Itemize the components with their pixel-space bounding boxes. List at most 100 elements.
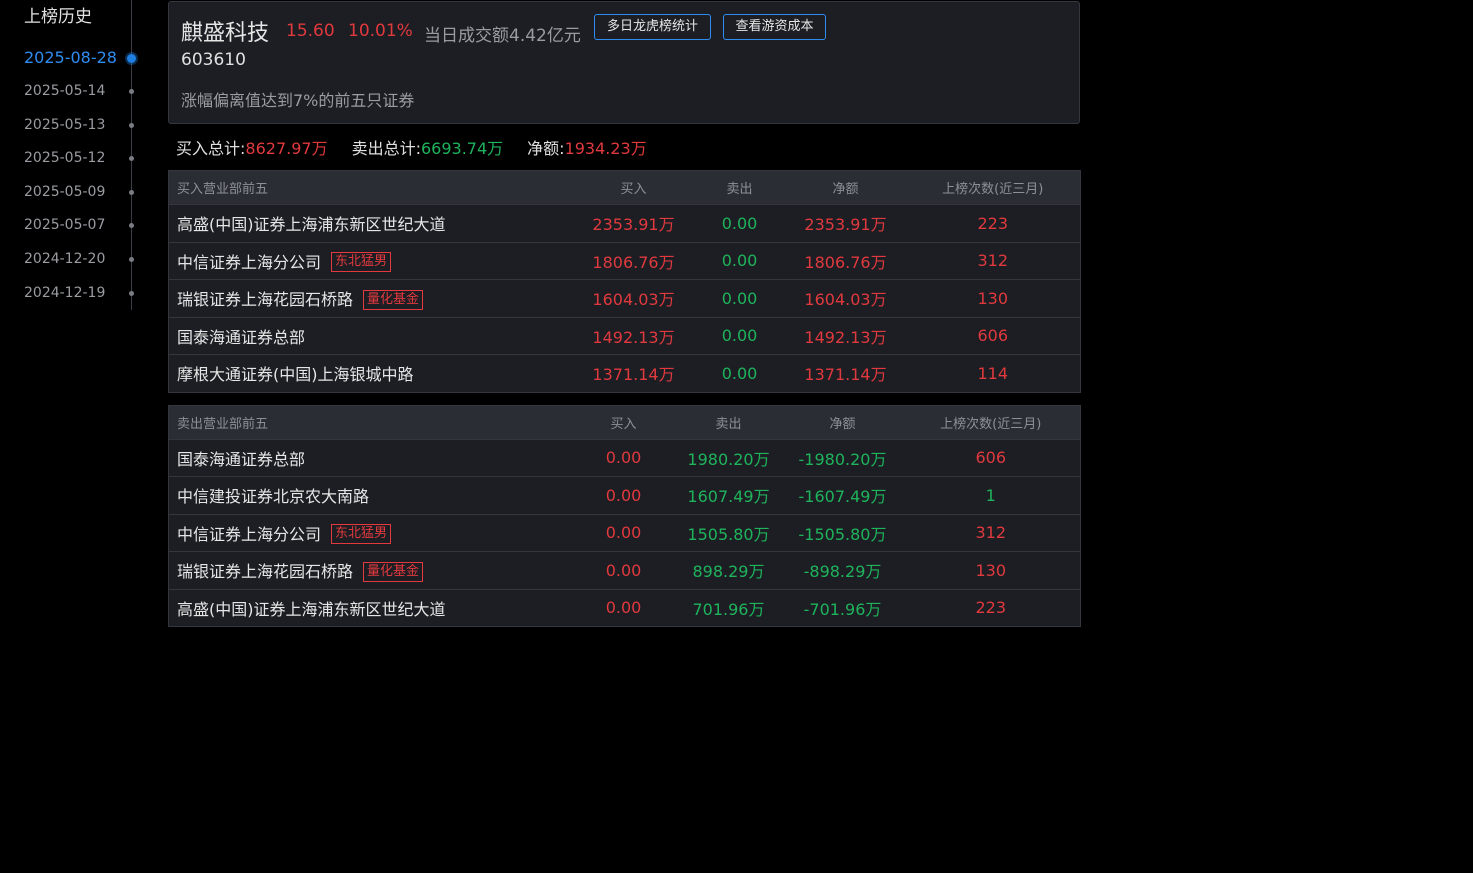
col-header: 卖出 <box>673 405 784 439</box>
sidebar-title: 上榜历史 <box>24 7 92 27</box>
buy-amount: 0.00 <box>573 513 674 552</box>
sell-amount: 0.00 <box>693 241 786 280</box>
timeline-dot-icon <box>129 223 134 228</box>
trader-tag[interactable]: 东北猛男 <box>331 252 392 272</box>
listing-count: 312 <box>905 241 1081 280</box>
net-amount: -1607.49万 <box>783 476 902 514</box>
trader-tag[interactable]: 量化基金 <box>363 561 424 582</box>
seat-name-cell: 国泰海通证券总部 <box>168 438 574 477</box>
trader-tag[interactable]: 东北猛男 <box>331 524 392 544</box>
table-row[interactable]: 中信证券上海分公司 东北猛男 0.00 1505.80万 -1505.80万 31… <box>168 513 1081 552</box>
stock-name: 麒盛科技 <box>181 21 270 46</box>
table-header-row: 卖出营业部前五 买入 卖出 净额 上榜次数(近三月) <box>168 405 1081 439</box>
seat-name: 高盛(中国)证券上海浦东新区世纪大道 <box>177 215 446 235</box>
listing-count: 1 <box>901 476 1081 514</box>
net-total-value: 1934.23万 <box>564 139 647 158</box>
table-row[interactable]: 瑞银证券上海花园石桥路 量化基金 0.00 898.29万 -898.29万 13… <box>168 551 1081 589</box>
buy-amount: 2353.91万 <box>573 204 694 242</box>
buy-amount: 1371.14万 <box>573 354 694 392</box>
buy-amount: 0.00 <box>573 588 674 627</box>
seat-name: 瑞银证券上海花园石桥路 <box>177 562 354 581</box>
col-header: 卖出营业部前五 <box>168 405 574 439</box>
main-panel: 麒盛科技 15.60 10.01% 当日成交额4.42亿元 多日龙虎榜统计 查看… <box>168 1 1081 627</box>
timeline-dot-icon <box>129 89 134 94</box>
col-header: 净额 <box>785 170 906 205</box>
sell-total: 卖出总计:6693.74万 <box>352 135 504 159</box>
table-row[interactable]: 高盛(中国)证券上海浦东新区世纪大道 2353.91万 0.00 2353.91… <box>168 204 1081 242</box>
date-item[interactable]: 2024-12-20 <box>24 251 136 267</box>
col-header: 卖出 <box>693 170 786 205</box>
seat-name: 瑞银证券上海花园石桥路 <box>177 290 354 309</box>
col-header: 净额 <box>783 405 902 439</box>
trader-tag[interactable]: 量化基金 <box>363 289 424 310</box>
history-sidebar: 上榜历史 2025-08-28 2025-05-14 2025-05-13 20… <box>0 0 140 320</box>
sell-amount: 898.29万 <box>673 551 784 589</box>
timeline-dot-icon <box>129 123 134 128</box>
sell-amount: 0.00 <box>693 354 786 392</box>
net-amount: -701.96万 <box>783 588 902 627</box>
date-item[interactable]: 2025-05-07 <box>24 217 136 233</box>
table-row[interactable]: 中信建投证券北京农大南路 0.00 1607.49万 -1607.49万 1 <box>168 476 1081 514</box>
buy-total-label: 买入总计: <box>176 139 246 158</box>
stock-price: 15.60 <box>286 21 335 41</box>
sell-amount: 1505.80万 <box>673 513 784 552</box>
col-header: 买入 <box>573 170 694 205</box>
listing-count: 130 <box>901 551 1081 589</box>
stock-turnover: 当日成交额4.42亿元 <box>424 26 581 46</box>
listing-count: 130 <box>905 279 1081 317</box>
net-amount: 1492.13万 <box>785 316 906 355</box>
stock-code: 603610 <box>181 50 246 70</box>
listing-count: 223 <box>905 204 1081 242</box>
seat-name-cell: 高盛(中国)证券上海浦东新区世纪大道 <box>168 588 574 627</box>
seat-name-cell: 中信建投证券北京农大南路 <box>168 476 574 514</box>
stock-change-pct: 10.01% <box>348 21 413 41</box>
table-row[interactable]: 瑞银证券上海花园石桥路 量化基金 1604.03万 0.00 1604.03万 1… <box>168 279 1081 317</box>
col-header: 上榜次数(近三月) <box>901 405 1081 439</box>
timeline-dot-icon <box>129 291 134 296</box>
net-amount: 1371.14万 <box>785 354 906 392</box>
seat-name: 国泰海通证券总部 <box>177 327 306 347</box>
seat-name-cell: 高盛(中国)证券上海浦东新区世纪大道 <box>168 204 574 242</box>
seat-name-cell: 瑞银证券上海花园石桥路 量化基金 <box>168 279 574 317</box>
net-total: 净额:1934.23万 <box>527 135 647 159</box>
seat-name: 国泰海通证券总部 <box>177 449 306 469</box>
buy-amount: 0.00 <box>573 476 674 514</box>
sell-amount: 1980.20万 <box>673 438 784 477</box>
buy-amount: 1806.76万 <box>573 241 694 280</box>
date-item[interactable]: 2025-08-28 <box>24 48 136 67</box>
col-header: 买入 <box>573 405 674 439</box>
date-item[interactable]: 2025-05-14 <box>24 83 136 99</box>
listing-count: 223 <box>901 588 1081 627</box>
seat-name-cell: 摩根大通证券(中国)上海银城中路 <box>168 354 574 392</box>
seat-name: 中信证券上海分公司 <box>177 252 322 272</box>
buy-total-value: 8627.97万 <box>245 139 328 158</box>
date-item[interactable]: 2025-05-09 <box>24 184 136 200</box>
seat-name-cell: 中信证券上海分公司 东北猛男 <box>168 241 574 280</box>
timeline-dot-icon <box>127 54 136 63</box>
date-item[interactable]: 2024-12-19 <box>24 285 136 301</box>
view-cost-button[interactable]: 查看游资成本 <box>723 14 826 40</box>
table-row[interactable]: 高盛(中国)证券上海浦东新区世纪大道 0.00 701.96万 -701.96万… <box>168 588 1081 627</box>
date-item[interactable]: 2025-05-13 <box>24 117 136 133</box>
table-row[interactable]: 中信证券上海分公司 东北猛男 1806.76万 0.00 1806.76万 312 <box>168 241 1081 280</box>
net-amount: 2353.91万 <box>785 204 906 242</box>
net-amount: 1604.03万 <box>785 279 906 317</box>
col-header: 买入营业部前五 <box>168 170 574 205</box>
multi-day-stats-button[interactable]: 多日龙虎榜统计 <box>594 14 711 40</box>
net-amount: -1505.80万 <box>783 513 902 552</box>
date-item[interactable]: 2025-05-12 <box>24 150 136 166</box>
table-gap <box>168 393 1080 405</box>
sell-total-label: 卖出总计: <box>351 139 421 158</box>
net-amount: -1980.20万 <box>783 438 902 477</box>
net-amount: -898.29万 <box>783 551 902 589</box>
table-row[interactable]: 摩根大通证券(中国)上海银城中路 1371.14万 0.00 1371.14万 … <box>168 354 1081 392</box>
table-row[interactable]: 国泰海通证券总部 1492.13万 0.00 1492.13万 606 <box>168 316 1081 355</box>
seat-name: 摩根大通证券(中国)上海银城中路 <box>177 365 414 385</box>
seat-name-cell: 瑞银证券上海花园石桥路 量化基金 <box>168 551 574 589</box>
timeline-dot-icon <box>129 257 134 262</box>
table-row[interactable]: 国泰海通证券总部 0.00 1980.20万 -1980.20万 606 <box>168 438 1081 477</box>
sell-seats-table: 卖出营业部前五 买入 卖出 净额 上榜次数(近三月) 国泰海通证券总部 0.00… <box>168 404 1081 627</box>
timeline-dot-icon <box>129 156 134 161</box>
buy-amount: 0.00 <box>573 438 674 477</box>
sell-amount: 0.00 <box>693 204 786 242</box>
